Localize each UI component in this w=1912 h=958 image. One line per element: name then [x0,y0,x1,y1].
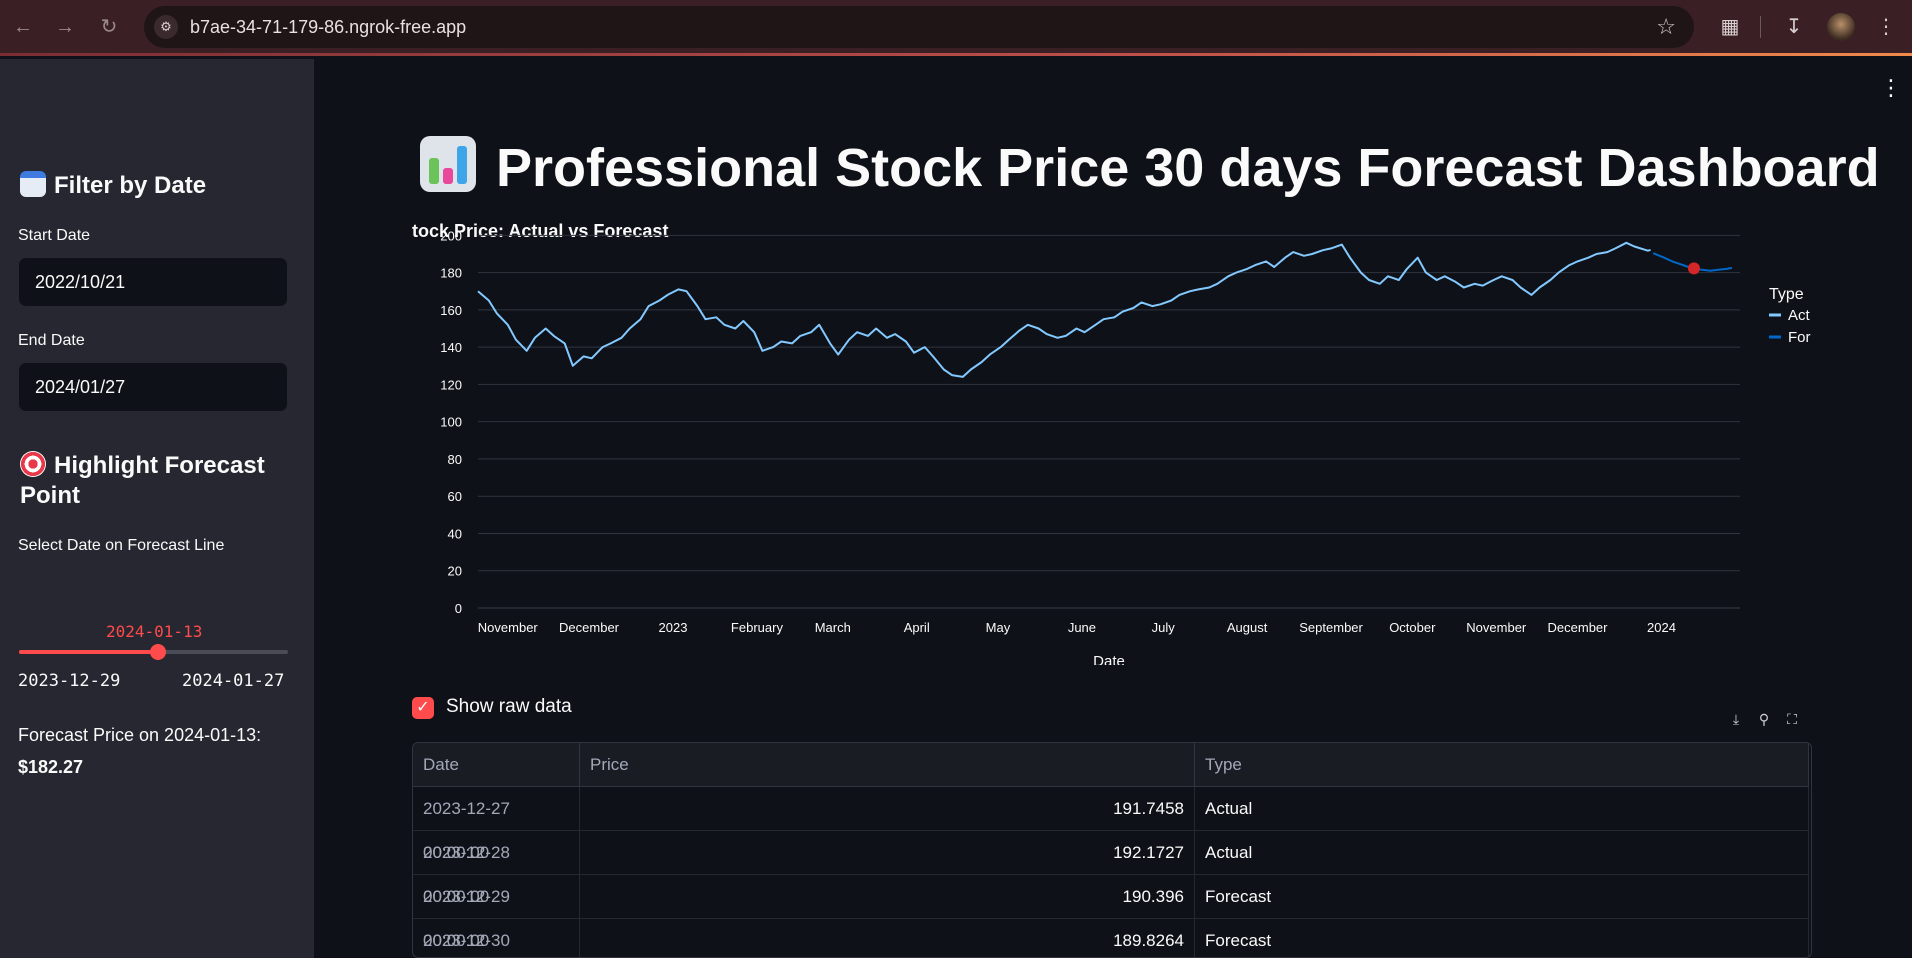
column-header-date[interactable]: Date [413,743,580,787]
fullscreen-table-icon[interactable]: ⛶ [1780,706,1804,732]
cell-type[interactable]: Actual [1195,787,1809,831]
page-title-text: Professional Stock Price 30 days Forecas… [496,138,1880,198]
x-tick-label: April [904,620,930,635]
y-tick-label: 20 [448,564,462,579]
table-toolbar: ⤓ ⚲ ⛶ [1718,702,1812,736]
address-bar[interactable]: ⚙ b7ae-34-71-179-86.ngrok-free.app ☆ [144,6,1694,48]
cell-date[interactable]: 2023-12-27 00:00:00 [413,787,580,862]
cell-type[interactable]: Forecast [1195,919,1809,957]
download-icon[interactable]: ↧ [1780,13,1808,41]
y-tick-label: 180 [440,266,462,281]
highlight-title: Highlight Forecast Point [20,451,300,511]
x-tick-label: August [1227,620,1268,635]
x-axis-title: Date [1093,653,1125,665]
x-tick-label: July [1152,620,1176,635]
calendar-icon [20,171,46,197]
extensions-icon[interactable]: ▦ [1716,13,1744,41]
cell-price[interactable]: 190.396 [580,875,1195,919]
toolbar-divider [1760,16,1761,38]
y-tick-label: 0 [455,601,462,616]
forward-icon[interactable]: → [52,14,78,40]
y-tick-label: 200 [440,228,462,243]
reload-icon[interactable]: ↻ [96,14,122,40]
y-tick-label: 140 [440,340,462,355]
highlight-point [1687,262,1700,275]
show-raw-data-checkbox[interactable]: ✓ [412,697,434,719]
table-row[interactable]: 2023-12-27 00:00:00 191.7458 Actual [413,787,1809,862]
table-header: Date Price Type [413,743,1809,787]
x-tick-label: May [986,620,1011,635]
cell-date[interactable]: 2023-12-28 00:00:00 [413,831,580,906]
forecast-price-value: $182.27 [18,757,84,777]
y-tick-label: 60 [448,489,462,504]
table-row[interactable]: 2023-12-28 00:00:00 192.1727 Actual [413,831,1809,906]
page-title: Professional Stock Price 30 days Forecas… [420,136,1880,199]
legend-title: Type [1769,286,1804,303]
stock-price-chart[interactable]: tock Price: Actual vs Forecast 020406080… [412,210,1812,665]
url-text[interactable]: b7ae-34-71-179-86.ngrok-free.app [190,17,466,38]
target-icon [20,451,46,477]
start-date-input[interactable]: 2022/10/21 [18,257,288,307]
column-header-price[interactable]: Price [580,743,1195,787]
start-date-label: Start Date [18,227,91,244]
cell-date[interactable]: 2023-12-29 00:00:00 [413,875,580,950]
cell-date[interactable]: 2023-12-30 00:00:00 [413,919,580,957]
legend-item-label: For [1788,329,1811,346]
date-slider-fill [19,650,159,654]
raw-data-table[interactable]: Date Price Type 2023-12-27 00:00:00 191.… [412,742,1812,958]
site-settings-icon[interactable]: ⚙ [154,15,178,39]
end-date-input[interactable]: 2024/01/27 [18,362,288,412]
date-slider-thumb[interactable] [150,644,166,660]
table-row[interactable]: 2023-12-29 00:00:00 190.396 Forecast [413,875,1809,950]
x-tick-label: 2023 [659,620,688,635]
cell-price[interactable]: 192.1727 [580,831,1195,875]
bar-chart-icon [420,136,476,192]
legend-item-label: Act [1788,307,1811,324]
x-tick-label: March [815,620,851,635]
x-tick-label: November [478,620,539,635]
download-table-icon[interactable]: ⤓ [1724,706,1748,732]
slider-max-label: 2024-01-27 [182,671,285,691]
slider-label: Select Date on Forecast Line [18,537,225,554]
cell-price[interactable]: 191.7458 [580,787,1195,831]
x-tick-label: September [1299,620,1363,635]
x-tick-label: June [1068,620,1096,635]
x-tick-label: December [1548,620,1609,635]
y-tick-label: 160 [440,303,462,318]
x-tick-label: 2024 [1647,620,1676,635]
browser-menu-icon[interactable]: ⋮ [1872,13,1900,41]
x-tick-label: December [559,620,620,635]
highlight-title-text: Highlight Forecast Point [20,452,265,509]
x-tick-label: February [731,620,784,635]
browser-toolbar: ← → ↻ ⚙ b7ae-34-71-179-86.ngrok-free.app… [0,0,1912,56]
y-tick-label: 120 [440,377,462,392]
slider-min-label: 2023-12-29 [18,671,121,691]
y-tick-label: 100 [440,415,462,430]
back-icon[interactable]: ← [10,14,36,40]
cell-price[interactable]: 189.8264 [580,919,1195,957]
bookmark-star-icon[interactable]: ☆ [1656,14,1676,40]
x-tick-label: November [1466,620,1527,635]
app-menu-icon[interactable]: ⋮ [1880,77,1902,106]
forecast-price-caption: Forecast Price on 2024-01-13: [18,725,262,745]
y-tick-label: 80 [448,452,462,467]
profile-avatar[interactable] [1827,13,1855,41]
show-raw-data-label[interactable]: Show raw data [446,696,572,718]
forecast-price-text: Forecast Price on 2024-01-13: $182.27 [18,719,298,783]
search-table-icon[interactable]: ⚲ [1752,706,1776,732]
chrome-accent-line [0,53,1912,56]
cell-type[interactable]: Actual [1195,831,1809,875]
x-tick-label: October [1389,620,1436,635]
end-date-label: End Date [18,332,85,349]
table-row[interactable]: 2023-12-30 00:00:00 189.8264 Forecast [413,919,1809,957]
sidebar: Filter by Date Start Date 2022/10/21 End… [0,59,314,958]
slider-current-value: 2024-01-13 [106,622,203,641]
cell-type[interactable]: Forecast [1195,875,1809,919]
filter-title: Filter by Date [20,171,206,201]
filter-title-text: Filter by Date [54,172,207,199]
column-header-type[interactable]: Type [1195,743,1809,787]
y-tick-label: 40 [448,526,462,541]
